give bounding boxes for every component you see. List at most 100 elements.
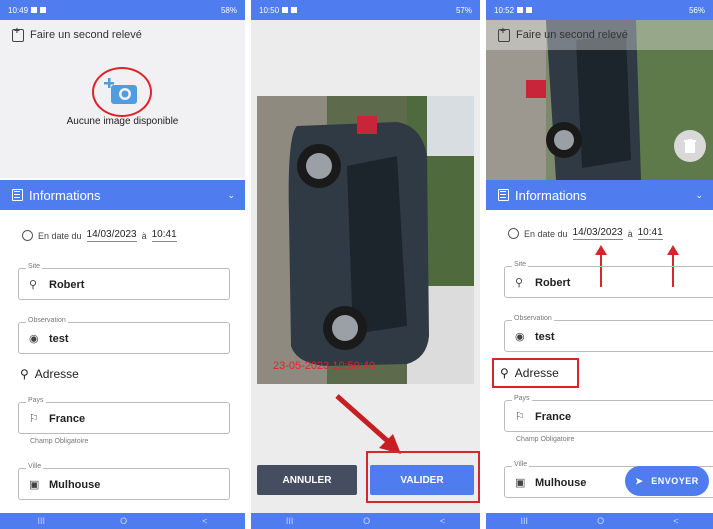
notification-icon	[40, 7, 47, 13]
observation-field[interactable]: Observation ◉ test	[18, 317, 230, 354]
section-title: Informations	[29, 187, 101, 203]
back-button[interactable]: <	[440, 516, 445, 526]
address-heading: ⚲ Adresse	[500, 366, 559, 380]
image-area: Aucune image disponible	[0, 50, 245, 178]
back-button[interactable]: <	[673, 516, 678, 526]
back-button[interactable]: <	[202, 516, 207, 526]
section-title: Informations	[515, 187, 587, 203]
document-icon	[12, 189, 23, 201]
pays-label: Pays	[26, 397, 46, 404]
recent-apps-button[interactable]: III	[38, 516, 46, 526]
status-time: 10:50	[259, 5, 280, 15]
home-button[interactable]: O	[120, 516, 127, 526]
site-label: Site	[512, 261, 529, 268]
notification-icon	[31, 7, 38, 13]
eye-icon: ◉	[515, 331, 525, 343]
header: Faire un second relevé	[0, 20, 245, 50]
home-button[interactable]: O	[363, 516, 370, 526]
add-document-icon	[12, 26, 24, 42]
notification-icon	[526, 7, 533, 13]
delete-photo-button[interactable]	[674, 130, 706, 162]
date-prefix: En date du	[38, 230, 82, 241]
city-icon: ▣	[515, 477, 526, 489]
location-pin-icon: ⚲	[29, 279, 38, 291]
status-bar: 10:52 56%	[486, 0, 713, 20]
system-nav-bar: III O <	[0, 513, 245, 529]
chevron-down-icon: ⌄	[227, 189, 235, 200]
battery-level: 58%	[220, 5, 237, 15]
location-pin-icon: ⚲	[20, 367, 29, 381]
site-field[interactable]: Site ⚲ Robert	[18, 263, 230, 300]
recent-apps-button[interactable]: III	[286, 516, 294, 526]
home-button[interactable]: O	[597, 516, 604, 526]
date-field[interactable]: 14/03/2023	[86, 229, 137, 242]
clock-icon	[508, 228, 519, 239]
ville-label: Ville	[26, 463, 44, 470]
highlight-ellipse	[92, 67, 152, 117]
send-button[interactable]: ➤ ENVOYER	[625, 466, 709, 496]
clock-icon	[22, 230, 33, 241]
address-heading: ⚲ Adresse	[20, 367, 79, 381]
battery-level: 57%	[455, 5, 472, 15]
red-arrow-annotation	[335, 394, 401, 454]
cancel-button[interactable]: ANNULER	[257, 465, 357, 495]
required-hint: Champ Obligatoire	[516, 436, 575, 443]
site-value: Robert	[535, 277, 571, 289]
send-label: ENVOYER	[651, 476, 699, 486]
pays-label: Pays	[512, 395, 532, 402]
at-label: à	[627, 228, 633, 239]
status-time: 10:52	[494, 5, 515, 15]
observation-label: Observation	[26, 317, 68, 324]
address-label: Adresse	[34, 367, 79, 381]
system-nav-bar: III O <	[486, 513, 713, 529]
status-bar: 10:50 57%	[251, 0, 480, 20]
ville-value: Mulhouse	[535, 477, 587, 489]
address-label: Adresse	[514, 366, 559, 380]
at-label: à	[141, 230, 147, 241]
status-time: 10:49	[8, 5, 29, 15]
date-field[interactable]: 14/03/2023	[572, 227, 623, 240]
notification-icon	[291, 7, 298, 13]
screen-1: 10:49 58% Faire un second relevé Aucune …	[0, 0, 245, 529]
informations-section[interactable]: Informations ⌄	[0, 180, 245, 210]
location-pin-icon: ⚲	[500, 366, 509, 380]
page-title: Faire un second relevé	[30, 29, 142, 41]
observation-value: test	[535, 331, 555, 343]
screen-3: 10:52 56% Faire un second relevé Informa…	[486, 0, 713, 529]
pays-field[interactable]: Pays ⚐ France	[18, 397, 230, 434]
observation-label: Observation	[512, 315, 554, 322]
date-prefix: En date du	[524, 228, 568, 239]
ville-field[interactable]: Ville ▣ Mulhouse	[18, 463, 230, 500]
time-field[interactable]: 10:41	[151, 229, 177, 242]
required-hint: Champ Obligatoire	[30, 438, 89, 445]
status-bar: 10:49 58%	[0, 0, 245, 20]
captured-photo: 23-05-2023 10:50:40	[257, 96, 474, 384]
location-pin-icon: ⚲	[515, 277, 524, 289]
date-row: En date du 14/03/2023 à 10:41	[22, 229, 177, 242]
ville-value: Mulhouse	[49, 479, 101, 491]
send-icon: ➤	[635, 475, 644, 486]
car-photo	[257, 96, 474, 384]
observation-value: test	[49, 333, 69, 345]
screen-2: 10:50 57% 23-05-2023 10:50:40 ANNULER VA…	[251, 0, 480, 529]
chevron-down-icon: ⌄	[695, 189, 703, 200]
time-field[interactable]: 10:41	[637, 227, 663, 240]
pays-value: France	[49, 413, 86, 425]
observation-field[interactable]: Observation ◉ test	[504, 315, 713, 352]
system-nav-bar: III O <	[251, 513, 480, 529]
flag-icon: ⚐	[515, 411, 525, 423]
pays-field[interactable]: Pays ⚐ France	[504, 395, 713, 432]
recent-apps-button[interactable]: III	[521, 516, 529, 526]
eye-icon: ◉	[29, 333, 39, 345]
ville-label: Ville	[512, 461, 530, 468]
validate-button[interactable]: VALIDER	[370, 465, 474, 495]
site-field[interactable]: Site ⚲ Robert	[504, 261, 713, 298]
site-label: Site	[26, 263, 43, 270]
site-value: Robert	[49, 279, 85, 291]
no-image-text: Aucune image disponible	[66, 116, 179, 127]
pays-value: France	[535, 411, 572, 423]
add-document-icon	[498, 26, 510, 42]
informations-section[interactable]: Informations ⌄	[486, 180, 713, 210]
city-icon: ▣	[29, 479, 40, 491]
header: Faire un second relevé	[486, 20, 713, 50]
